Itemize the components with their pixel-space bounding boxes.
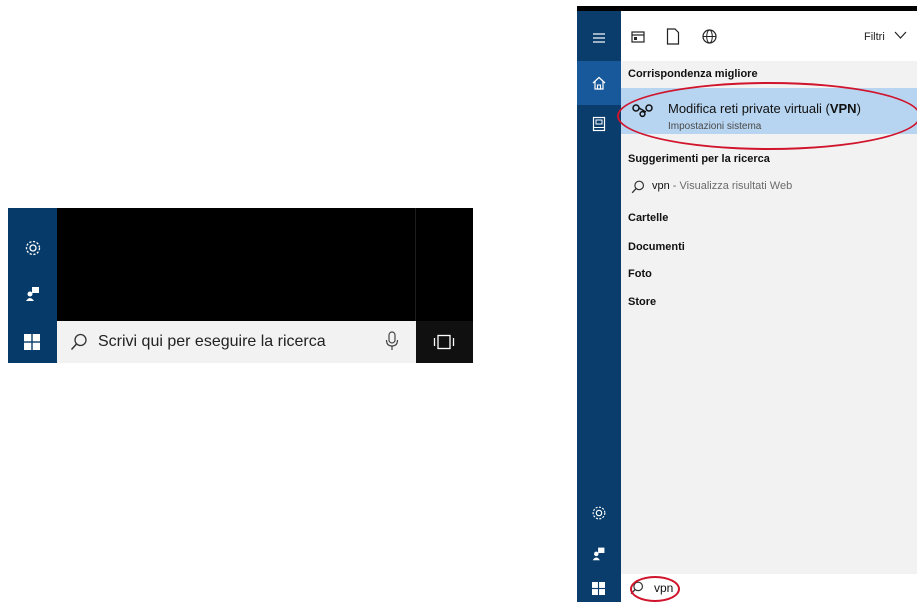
filter-header: Filtri bbox=[621, 11, 917, 61]
windows-logo-icon bbox=[592, 582, 605, 595]
microphone-icon[interactable] bbox=[385, 331, 399, 351]
search-icon bbox=[631, 180, 645, 194]
person-icon[interactable] bbox=[590, 544, 608, 562]
task-view-icon bbox=[433, 334, 455, 350]
gear-icon[interactable] bbox=[23, 238, 43, 258]
windows-logo-icon bbox=[24, 334, 40, 350]
home-nav-item[interactable] bbox=[577, 61, 621, 105]
left-dark-area-right bbox=[416, 208, 473, 321]
chevron-down-icon[interactable] bbox=[894, 30, 907, 40]
documents-icon[interactable] bbox=[666, 28, 680, 45]
category-foto[interactable]: Foto bbox=[628, 268, 652, 280]
start-button[interactable] bbox=[577, 574, 621, 602]
search-sidebar-rail bbox=[577, 11, 621, 574]
category-cartelle[interactable]: Cartelle bbox=[628, 212, 668, 224]
web-suggestion-item[interactable]: vpn - Visualizza risultati Web bbox=[652, 180, 792, 192]
apps-icon[interactable] bbox=[630, 29, 646, 45]
category-store[interactable]: Store bbox=[628, 296, 656, 308]
gear-icon[interactable] bbox=[590, 504, 608, 522]
category-documenti[interactable]: Documenti bbox=[628, 241, 685, 253]
annotation-ellipse-best-match bbox=[617, 82, 917, 150]
left-dark-area bbox=[57, 208, 416, 321]
person-icon[interactable] bbox=[23, 283, 43, 303]
task-view-button[interactable] bbox=[416, 321, 473, 363]
notebook-icon[interactable] bbox=[590, 115, 608, 133]
web-icon[interactable] bbox=[701, 28, 718, 45]
filter-dropdown[interactable]: Filtri bbox=[864, 31, 885, 43]
suggestions-heading: Suggerimenti per la ricerca bbox=[628, 153, 770, 165]
start-button[interactable] bbox=[8, 321, 57, 363]
annotation-ellipse-query bbox=[630, 576, 680, 602]
search-icon bbox=[70, 333, 88, 351]
hamburger-menu-icon[interactable] bbox=[590, 29, 608, 47]
taskbar-search-box[interactable]: Scrivi qui per eseguire la ricerca bbox=[57, 321, 416, 363]
home-icon bbox=[590, 74, 608, 92]
search-placeholder: Scrivi qui per eseguire la ricerca bbox=[98, 333, 326, 350]
best-match-heading: Corrispondenza migliore bbox=[628, 68, 758, 80]
